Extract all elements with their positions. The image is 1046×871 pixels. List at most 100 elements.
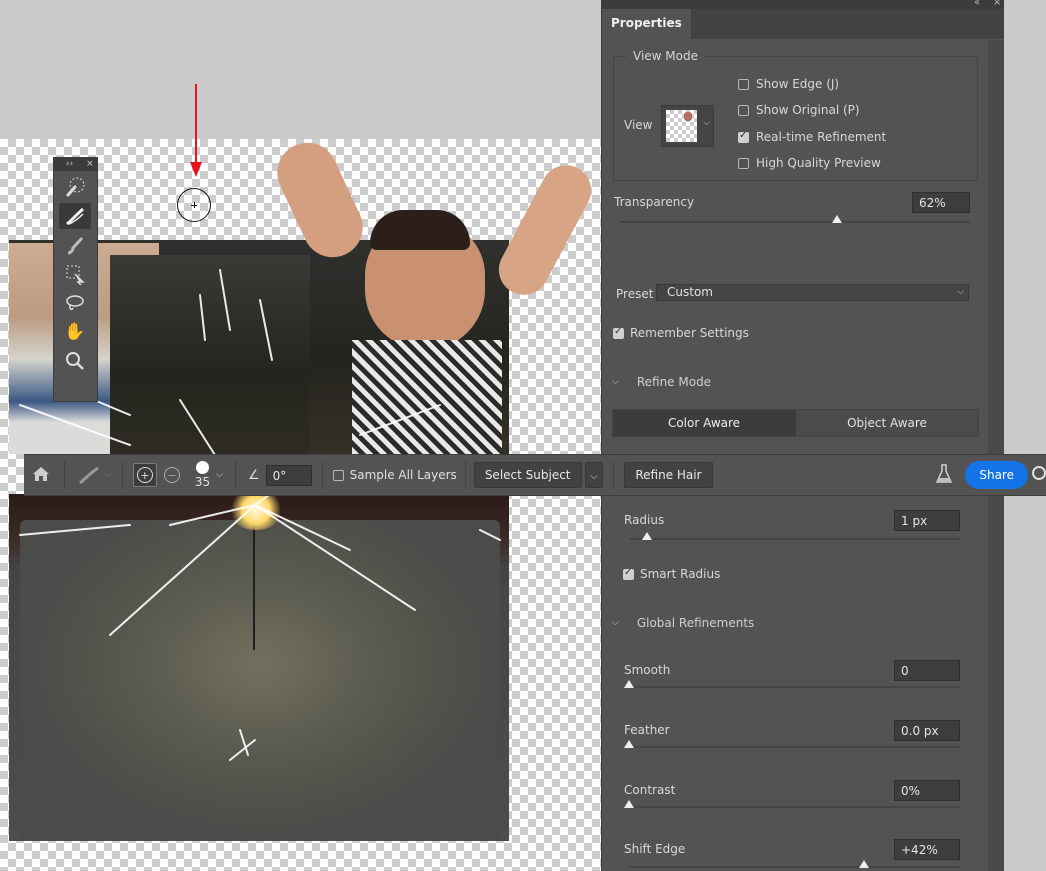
show-original-option[interactable]: Show Original (P): [738, 103, 860, 117]
refine-hair-button[interactable]: Refine Hair: [624, 462, 713, 488]
chevron-down-icon: ⌵: [612, 618, 619, 628]
divider: [64, 461, 65, 489]
add-to-selection-button[interactable]: +: [132, 463, 157, 487]
home-button[interactable]: [26, 465, 56, 486]
close-panel-icon[interactable]: ×: [86, 159, 94, 169]
transparency-label: Transparency: [614, 195, 695, 209]
smooth-slider-thumb[interactable]: [624, 680, 634, 688]
divider: [464, 461, 466, 489]
transparency-slider-thumb[interactable]: [832, 215, 842, 223]
chevron-down-icon: ⌵: [216, 470, 223, 480]
plus-circle-icon: +: [136, 467, 153, 483]
smart-radius-option[interactable]: Smart Radius: [623, 567, 720, 581]
object-selection-tool[interactable]: [59, 261, 91, 287]
sample-all-layers-checkbox[interactable]: [332, 469, 344, 481]
radius-slider[interactable]: [630, 532, 960, 540]
zoom-tool[interactable]: [59, 348, 91, 374]
show-edge-label: Show Edge (J): [756, 77, 840, 91]
smart-radius-label: Smart Radius: [640, 567, 721, 581]
panel-tabstrip: Properties: [602, 9, 1004, 39]
sample-all-layers-option[interactable]: Sample All Layers: [332, 468, 457, 482]
feather-slider-thumb[interactable]: [624, 740, 634, 748]
divider: [121, 461, 123, 489]
beta-features-button[interactable]: [935, 463, 953, 487]
shift-edge-slider[interactable]: [629, 860, 960, 868]
search-button[interactable]: [1030, 465, 1046, 486]
annotation-arrow: [190, 84, 202, 177]
global-refinements-title: Global Refinements: [636, 616, 755, 630]
shift-edge-field[interactable]: +42%: [894, 839, 960, 860]
panel-top-bar: « ×: [602, 0, 1004, 9]
minus-circle-icon: −: [163, 467, 180, 483]
subtract-from-selection-button[interactable]: −: [161, 464, 183, 486]
show-edge-option[interactable]: Show Edge (J): [738, 77, 839, 91]
realtime-refinement-option[interactable]: Real-time Refinement: [738, 130, 886, 144]
angle-icon: ∠: [247, 467, 260, 483]
right-gutter: [1004, 0, 1046, 871]
show-edge-checkbox[interactable]: [738, 78, 749, 90]
smooth-field[interactable]: 0: [894, 660, 960, 681]
select-subject-dropdown[interactable]: ⌵: [584, 462, 604, 488]
panel-close-icon[interactable]: ×: [993, 0, 1001, 8]
realtime-refinement-checkbox[interactable]: [738, 130, 749, 143]
view-thumbnail: [666, 110, 697, 142]
search-icon: [1032, 465, 1046, 480]
color-aware-button[interactable]: Color Aware: [613, 410, 795, 436]
show-original-label: Show Original (P): [756, 103, 860, 117]
high-quality-preview-label: High Quality Preview: [756, 156, 881, 170]
hand-tool[interactable]: ✋: [59, 319, 91, 345]
brush-dot-icon: [195, 461, 209, 474]
remember-settings-option[interactable]: Remember Settings: [613, 326, 749, 340]
brush-size-picker[interactable]: 35 ⌵: [195, 461, 223, 489]
transparency-slider[interactable]: [620, 215, 970, 223]
select-subject-button[interactable]: Select Subject: [473, 462, 582, 488]
contrast-slider-thumb[interactable]: [624, 800, 634, 808]
collapse-panels-icon[interactable]: «: [974, 0, 980, 8]
remember-settings-label: Remember Settings: [630, 326, 749, 340]
contrast-field[interactable]: 0%: [894, 780, 960, 801]
shift-edge-slider-thumb[interactable]: [859, 860, 869, 868]
smart-radius-checkbox[interactable]: [623, 567, 634, 580]
preset-label: Preset: [616, 287, 654, 301]
refine-edge-brush-icon: [79, 466, 99, 485]
tab-properties[interactable]: Properties: [602, 9, 691, 39]
brush-cursor: [177, 188, 211, 222]
refine-mode-title: Refine Mode: [636, 375, 712, 389]
chevron-down-icon: ⌵: [105, 470, 112, 480]
object-selection-icon: [66, 265, 85, 285]
radius-slider-thumb[interactable]: [641, 532, 652, 540]
global-refinements-section-header[interactable]: ⌵ Global Refinements: [612, 616, 754, 630]
high-quality-preview-checkbox[interactable]: [738, 157, 749, 169]
object-aware-button[interactable]: Object Aware: [795, 410, 978, 436]
preset-value: Custom: [667, 285, 713, 299]
brush-tool[interactable]: [59, 232, 91, 258]
show-original-checkbox[interactable]: [738, 104, 749, 116]
feather-field[interactable]: 0.0 px: [894, 720, 960, 741]
tools-panel-header[interactable]: ›› ×: [54, 158, 97, 171]
angle-field[interactable]: 0°: [265, 464, 312, 486]
tools-panel: ›› × ✋: [53, 157, 98, 402]
view-mode-thumbnail-dropdown[interactable]: ⌵: [661, 105, 714, 147]
hand-icon: ✋: [64, 322, 86, 342]
zoom-icon: [66, 352, 84, 370]
high-quality-preview-option[interactable]: High Quality Preview: [738, 156, 881, 170]
lasso-tool[interactable]: [59, 290, 91, 316]
collapse-panel-icon[interactable]: ››: [66, 159, 73, 169]
contrast-slider[interactable]: [624, 800, 960, 808]
brush-icon: [67, 236, 84, 255]
feather-slider[interactable]: [624, 740, 960, 748]
realtime-refinement-label: Real-time Refinement: [756, 130, 887, 144]
contrast-label: Contrast: [624, 783, 676, 797]
smooth-slider[interactable]: [624, 680, 960, 688]
quick-selection-tool[interactable]: [59, 174, 91, 200]
share-button[interactable]: Share: [965, 461, 1028, 489]
refine-edge-brush-tool[interactable]: [59, 203, 91, 229]
remember-settings-checkbox[interactable]: [613, 326, 624, 339]
divider: [234, 461, 236, 489]
transparency-field[interactable]: 62%: [912, 192, 970, 213]
options-bar: ⌵ + − 35 ⌵ ∠ 0° Sample All Layers Select…: [24, 454, 1046, 496]
refine-mode-section-header[interactable]: ⌵ Refine Mode: [612, 375, 711, 389]
radius-field[interactable]: 1 px: [894, 510, 960, 531]
tool-preset-picker[interactable]: ⌵: [77, 465, 112, 485]
preset-dropdown[interactable]: Custom ⌵: [656, 284, 969, 301]
